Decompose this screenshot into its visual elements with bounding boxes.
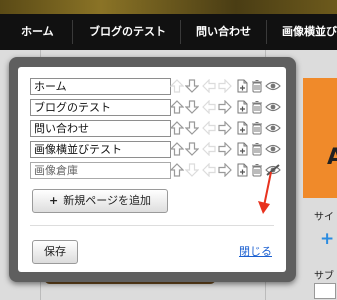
nav-item-image-test[interactable]: 画像横並びテ: [282, 14, 337, 50]
up-arrow-icon[interactable]: [170, 121, 184, 135]
site-navbar: ホーム ブログのテスト 問い合わせ 画像横並びテ: [0, 14, 337, 50]
up-arrow-icon[interactable]: [170, 142, 184, 156]
annotation-arrow: [258, 171, 272, 214]
left-arrow-icon: [202, 142, 216, 156]
eye-icon[interactable]: [265, 142, 281, 156]
sidebar-subheading: サブ: [314, 271, 334, 282]
close-link[interactable]: 閉じる: [239, 243, 272, 259]
add-page-button[interactable]: + 新規ページを追加: [32, 189, 168, 213]
right-arrow-icon: [218, 79, 232, 93]
right-arrow-icon[interactable]: [218, 163, 232, 177]
down-arrow-icon[interactable]: [185, 79, 199, 93]
eye-icon[interactable]: [265, 100, 281, 114]
trash-icon[interactable]: [250, 121, 264, 135]
right-arrow-icon[interactable]: [218, 100, 232, 114]
nav-separator: [72, 20, 73, 44]
right-arrow-icon[interactable]: [218, 121, 232, 135]
page-name-input[interactable]: ホーム: [30, 78, 171, 95]
page-manager-dialog: ホームブログのテスト 問い合わせ画像横並びテスト 画像倉庫 + 新規ページを追加 保存…: [18, 67, 286, 272]
up-arrow-icon[interactable]: [170, 163, 184, 177]
nav-item-home[interactable]: ホーム: [21, 14, 54, 50]
save-button[interactable]: 保存: [32, 240, 78, 264]
up-arrow-icon[interactable]: [170, 100, 184, 114]
new-page-icon[interactable]: [235, 163, 249, 177]
add-page-label: 新規ページを追加: [63, 194, 151, 207]
nav-item-blog[interactable]: ブログのテスト: [89, 14, 166, 50]
banner-letter: A: [327, 145, 337, 170]
page-name-input[interactable]: ブログのテスト: [30, 99, 171, 116]
nav-item-contact[interactable]: 問い合わせ: [196, 14, 251, 50]
orange-banner: [303, 78, 337, 198]
down-arrow-icon[interactable]: [185, 121, 199, 135]
right-arrow-icon[interactable]: [218, 142, 232, 156]
trash-icon[interactable]: [250, 100, 264, 114]
down-arrow-icon: [185, 163, 199, 177]
nav-separator: [266, 20, 267, 44]
left-arrow-icon: [202, 121, 216, 135]
eye-icon[interactable]: [265, 121, 281, 135]
nav-separator: [180, 20, 181, 44]
new-page-icon[interactable]: [235, 142, 249, 156]
header-banner: [0, 0, 337, 14]
sidebar-heading: サイ: [314, 212, 334, 223]
new-page-icon[interactable]: [235, 121, 249, 135]
left-arrow-icon: [202, 100, 216, 114]
trash-icon[interactable]: [250, 79, 264, 93]
up-arrow-icon: [170, 79, 184, 93]
dialog-divider: [30, 225, 274, 226]
left-arrow-icon: [202, 163, 216, 177]
sidebar-input[interactable]: [314, 283, 336, 299]
plus-icon: +: [49, 194, 59, 207]
new-page-icon[interactable]: [235, 100, 249, 114]
new-page-icon[interactable]: [235, 79, 249, 93]
down-arrow-icon[interactable]: [185, 100, 199, 114]
down-arrow-icon[interactable]: [185, 142, 199, 156]
page-name-input[interactable]: 画像倉庫: [30, 162, 171, 179]
eye-icon[interactable]: [265, 79, 281, 93]
sidebar-add-icon[interactable]: +: [320, 229, 334, 249]
left-arrow-icon: [202, 79, 216, 93]
page-name-input[interactable]: 問い合わせ: [30, 120, 171, 137]
trash-icon[interactable]: [250, 142, 264, 156]
page-name-input[interactable]: 画像横並びテスト: [30, 141, 171, 158]
